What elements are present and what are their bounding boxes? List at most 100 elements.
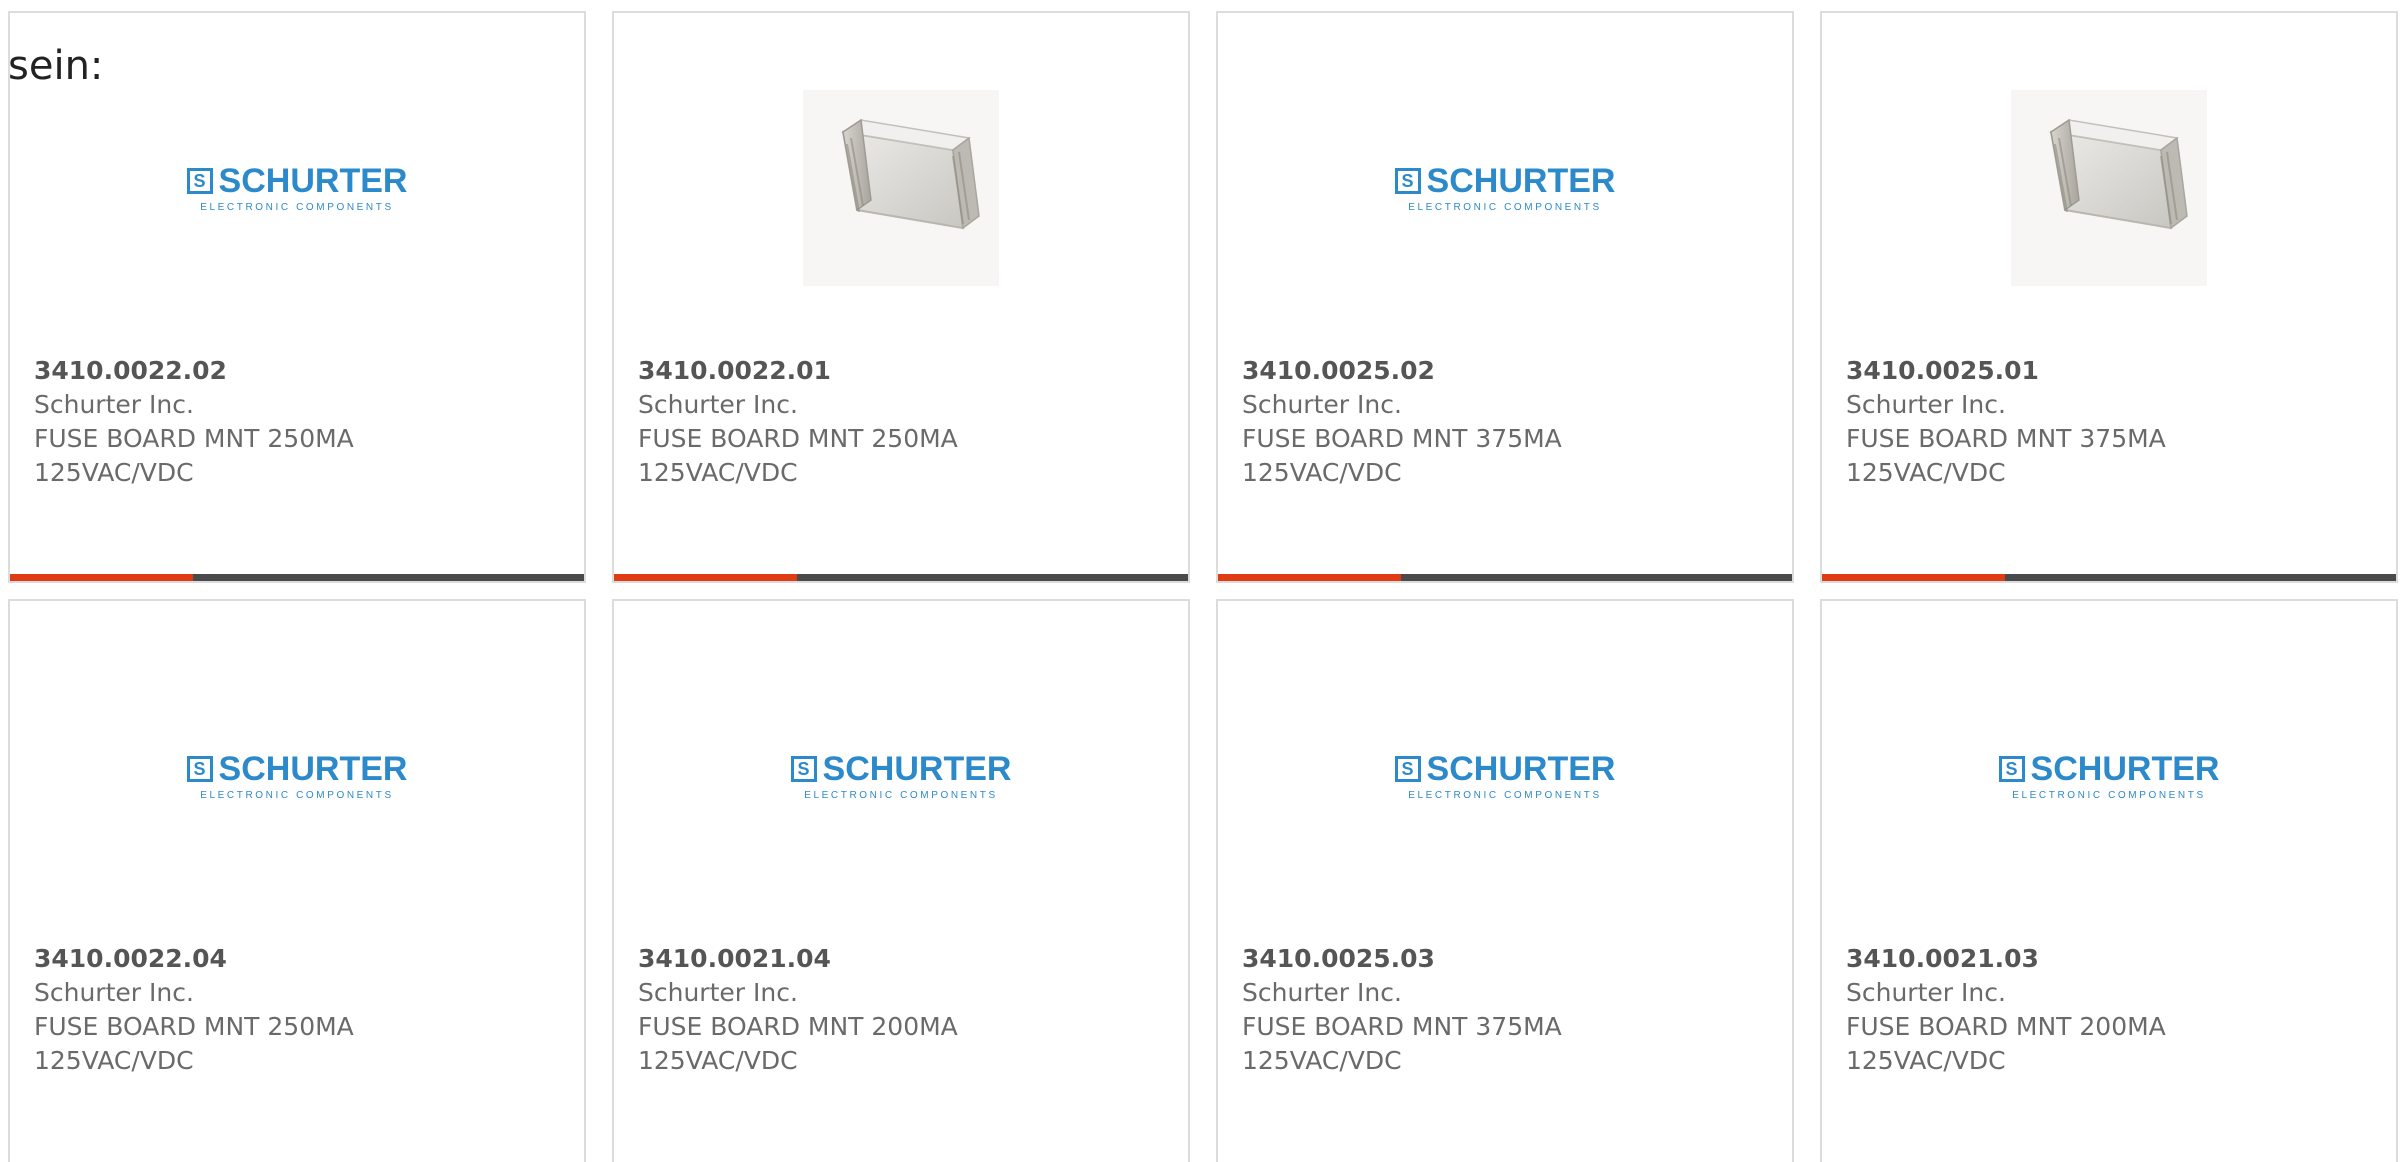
manufacturer: Schurter Inc. [1846,978,2006,1007]
product-image[interactable]: S SCHURTER ELECTRONIC COMPONENTS [10,671,584,881]
description-line-1: FUSE BOARD MNT 375MA [1242,1012,1562,1041]
product-card[interactable]: S SCHURTER ELECTRONIC COMPONENTS 3410.0022… [8,599,586,1162]
product-card[interactable]: S SCHURTER ELECTRONIC COMPONENTS 3410.0025… [1216,11,1794,583]
logo-mark-icon: S [790,755,817,782]
schurter-logo: S SCHURTER ELECTRONIC COMPONENTS [186,161,408,213]
logo-name: SCHURTER [218,161,408,200]
logo-tagline: ELECTRONIC COMPONENTS [200,201,394,213]
part-number-link[interactable]: 3410.0025.02 [1242,354,1772,388]
card-accent-bar [10,574,193,581]
product-image[interactable]: S SCHURTER ELECTRONIC COMPONENTS [1822,671,2396,881]
product-card[interactable]: S SCHURTER ELECTRONIC COMPONENTS 3410.0025… [1216,599,1794,1162]
description-line-1: FUSE BOARD MNT 375MA [1242,424,1562,453]
logo-mark-icon: S [1394,167,1421,194]
card-accent-bar [1218,574,1401,581]
logo-main: S SCHURTER [1394,161,1616,200]
logo-mark-icon: S [1998,755,2025,782]
logo-mark-icon: S [1394,755,1421,782]
product-image[interactable] [614,83,1188,293]
page: sein: S SCHURTER ELECTRONIC COMPONENTS 341… [0,0,2400,1162]
manufacturer: Schurter Inc. [638,978,798,1007]
part-number-link[interactable]: 3410.0022.04 [34,942,564,976]
logo-tagline: ELECTRONIC COMPONENTS [1408,789,1602,801]
card-accent-bar [1822,574,2005,581]
card-bottom-bar [1218,574,1792,581]
schurter-logo: S SCHURTER ELECTRONIC COMPONENTS [1394,749,1616,801]
description-line-1: FUSE BOARD MNT 200MA [638,1012,958,1041]
schurter-logo: S SCHURTER ELECTRONIC COMPONENTS [186,749,408,801]
manufacturer: Schurter Inc. [1242,978,1402,1007]
fuse-photo [2011,90,2207,286]
description-line-2: 125VAC/VDC [34,458,194,487]
description-line-1: FUSE BOARD MNT 200MA [1846,1012,2166,1041]
description-line-1: FUSE BOARD MNT 250MA [638,424,958,453]
schurter-logo: S SCHURTER ELECTRONIC COMPONENTS [1998,749,2220,801]
product-info: 3410.0025.01 Schurter Inc. FUSE BOARD MN… [1846,354,2376,490]
logo-name: SCHURTER [1426,161,1616,200]
part-number-link[interactable]: 3410.0025.03 [1242,942,1772,976]
logo-tagline: ELECTRONIC COMPONENTS [200,789,394,801]
product-image[interactable]: S SCHURTER ELECTRONIC COMPONENTS [1218,83,1792,293]
logo-name: SCHURTER [2030,749,2220,788]
description-line-1: FUSE BOARD MNT 250MA [34,1012,354,1041]
product-image[interactable]: S SCHURTER ELECTRONIC COMPONENTS [10,83,584,293]
logo-main: S SCHURTER [186,749,408,788]
part-number-link[interactable]: 3410.0025.01 [1846,354,2376,388]
card-bottom-bar [1822,574,2396,581]
part-number-link[interactable]: 3410.0022.01 [638,354,1168,388]
card-accent-bar [614,574,797,581]
product-info: 3410.0021.03 Schurter Inc. FUSE BOARD MN… [1846,942,2376,1078]
schurter-logo: S SCHURTER ELECTRONIC COMPONENTS [1394,161,1616,213]
product-image[interactable]: S SCHURTER ELECTRONIC COMPONENTS [1218,671,1792,881]
product-info: 3410.0022.02 Schurter Inc. FUSE BOARD MN… [34,354,564,490]
logo-main: S SCHURTER [790,749,1012,788]
manufacturer: Schurter Inc. [1846,390,2006,419]
schurter-logo: S SCHURTER ELECTRONIC COMPONENTS [790,749,1012,801]
product-info: 3410.0025.02 Schurter Inc. FUSE BOARD MN… [1242,354,1772,490]
logo-main: S SCHURTER [1394,749,1616,788]
manufacturer: Schurter Inc. [34,978,194,1007]
manufacturer: Schurter Inc. [1242,390,1402,419]
logo-name: SCHURTER [822,749,1012,788]
manufacturer: Schurter Inc. [34,390,194,419]
product-image[interactable] [1822,83,2396,293]
logo-tagline: ELECTRONIC COMPONENTS [804,789,998,801]
part-number-link[interactable]: 3410.0021.04 [638,942,1168,976]
description-line-2: 125VAC/VDC [34,1046,194,1075]
description-line-2: 125VAC/VDC [1846,1046,2006,1075]
description-line-2: 125VAC/VDC [1242,1046,1402,1075]
product-grid: S SCHURTER ELECTRONIC COMPONENTS 3410.0022… [8,11,2398,1162]
fuse-icon [840,118,980,230]
description-line-2: 125VAC/VDC [1242,458,1402,487]
card-bottom-bar [614,574,1188,581]
fuse-icon [2048,118,2188,230]
product-info: 3410.0025.03 Schurter Inc. FUSE BOARD MN… [1242,942,1772,1078]
logo-mark-icon: S [186,755,213,782]
logo-main: S SCHURTER [186,161,408,200]
product-info: 3410.0022.01 Schurter Inc. FUSE BOARD MN… [638,354,1168,490]
product-info: 3410.0022.04 Schurter Inc. FUSE BOARD MN… [34,942,564,1078]
product-card[interactable]: 3410.0025.01 Schurter Inc. FUSE BOARD MN… [1820,11,2398,583]
product-card[interactable]: 3410.0022.01 Schurter Inc. FUSE BOARD MN… [612,11,1190,583]
product-image[interactable]: S SCHURTER ELECTRONIC COMPONENTS [614,671,1188,881]
product-card[interactable]: S SCHURTER ELECTRONIC COMPONENTS 3410.0022… [8,11,586,583]
manufacturer: Schurter Inc. [638,390,798,419]
intro-text: sein: [8,43,104,89]
description-line-2: 125VAC/VDC [638,458,798,487]
description-line-2: 125VAC/VDC [638,1046,798,1075]
description-line-1: FUSE BOARD MNT 375MA [1846,424,2166,453]
description-line-1: FUSE BOARD MNT 250MA [34,424,354,453]
logo-mark-icon: S [186,167,213,194]
part-number-link[interactable]: 3410.0022.02 [34,354,564,388]
product-card[interactable]: S SCHURTER ELECTRONIC COMPONENTS 3410.0021… [1820,599,2398,1162]
logo-name: SCHURTER [218,749,408,788]
logo-main: S SCHURTER [1998,749,2220,788]
card-bottom-bar [10,574,584,581]
product-card[interactable]: S SCHURTER ELECTRONIC COMPONENTS 3410.0021… [612,599,1190,1162]
logo-tagline: ELECTRONIC COMPONENTS [2012,789,2206,801]
product-info: 3410.0021.04 Schurter Inc. FUSE BOARD MN… [638,942,1168,1078]
logo-name: SCHURTER [1426,749,1616,788]
description-line-2: 125VAC/VDC [1846,458,2006,487]
logo-tagline: ELECTRONIC COMPONENTS [1408,201,1602,213]
part-number-link[interactable]: 3410.0021.03 [1846,942,2376,976]
